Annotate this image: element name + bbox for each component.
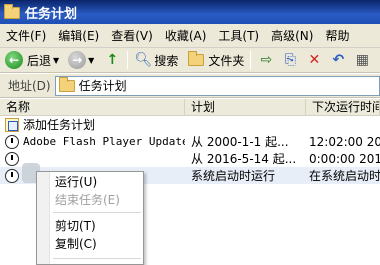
copy-to-button[interactable]: ⎘	[278, 49, 302, 71]
column-header-schedule[interactable]: 计划	[185, 99, 306, 116]
task-schedule: 系统启动时运行	[191, 169, 276, 183]
menu-view[interactable]: 查看(V)	[105, 27, 159, 44]
forward-button[interactable]: → ▼	[65, 49, 100, 71]
address-value: 任务计划	[78, 79, 127, 93]
menu-tools[interactable]: 工具(T)	[212, 27, 265, 44]
back-label: 后退	[27, 53, 52, 68]
context-menu-cut[interactable]: 剪切(T)	[55, 217, 96, 235]
move-to-icon: ⇨	[260, 52, 273, 68]
task-clock-icon	[5, 168, 19, 183]
window-title: 任务计划	[25, 6, 78, 22]
views-button[interactable]: ▦	[350, 49, 374, 71]
title-bar[interactable]: 任务计划	[0, 0, 380, 24]
copy-to-icon: ⎘	[284, 52, 296, 68]
forward-arrow-icon: →	[68, 51, 87, 69]
address-label: 地址(D)	[8, 79, 51, 93]
table-row[interactable]: 从 2016-5-14 起... 0:00:00 201	[0, 150, 380, 167]
menu-favorites[interactable]: 收藏(A)	[159, 27, 213, 44]
folders-button[interactable]: 文件夹	[185, 49, 247, 71]
context-menu-separator	[53, 212, 141, 213]
up-folder-button[interactable]: ↑	[100, 49, 124, 71]
menu-advanced[interactable]: 高级(N)	[265, 27, 319, 44]
task-name: 添加任务计划	[23, 118, 96, 132]
folders-label: 文件夹	[208, 53, 245, 68]
context-menu-gutter	[37, 172, 50, 264]
delete-icon: ✕	[308, 52, 321, 68]
address-folder-icon	[58, 76, 75, 92]
search-button[interactable]: 🔍︎ 搜索	[131, 49, 181, 71]
list-item-add-task[interactable]: 添加任务计划	[0, 116, 380, 133]
context-menu-run[interactable]: 运行(U)	[55, 173, 97, 191]
toolbar-separator	[127, 51, 129, 69]
column-header-next-run[interactable]: 下次运行时间	[306, 99, 380, 116]
task-schedule: 从 2016-5-14 起...	[191, 152, 297, 166]
task-schedule: 从 2000-1-1 起...	[191, 135, 289, 149]
add-task-icon	[5, 117, 19, 132]
context-menu-end-task: 结束任务(E)	[55, 193, 120, 207]
back-dropdown-icon[interactable]: ▼	[53, 56, 59, 65]
undo-button[interactable]: ↶	[326, 49, 350, 71]
forward-dropdown-icon[interactable]: ▼	[88, 56, 94, 65]
back-arrow-icon: ←	[5, 51, 23, 69]
move-to-button[interactable]: ⇨	[254, 49, 278, 71]
back-button[interactable]: ← 后退 ▼	[0, 49, 65, 71]
task-clock-icon	[5, 134, 19, 149]
folders-icon	[188, 51, 205, 66]
views-icon: ▦	[355, 52, 369, 68]
task-next-run: 在系统启动时	[309, 169, 380, 183]
task-next-run: 0:00:00 201	[309, 151, 380, 166]
context-menu-separator	[53, 258, 141, 259]
address-bar: 地址(D) 任务计划	[0, 74, 380, 98]
undo-icon: ↶	[332, 52, 345, 68]
search-label: 搜索	[154, 53, 179, 68]
address-field[interactable]: 任务计划	[54, 75, 380, 96]
task-name: Adobe Flash Player Updater	[23, 135, 185, 148]
toolbar: ← 后退 ▼ → ▼ ↑ 🔍︎ 搜索 文件夹 ⇨ ⎘ ✕ ↶ ▦	[0, 48, 380, 73]
task-clock-icon	[5, 151, 19, 166]
task-next-run: 12:02:00 20	[309, 134, 380, 149]
menu-bar: 文件(F) 编辑(E) 查看(V) 收藏(A) 工具(T) 高级(N) 帮助	[0, 24, 380, 48]
column-header-name[interactable]: 名称	[0, 99, 185, 116]
toolbar-separator	[250, 51, 252, 69]
search-icon: 🔍︎	[134, 52, 153, 68]
context-menu: 运行(U) 结束任务(E) 剪切(T) 复制(C)	[36, 171, 144, 265]
up-folder-icon: ↑	[106, 52, 119, 68]
delete-button[interactable]: ✕	[302, 49, 326, 71]
context-menu-copy[interactable]: 复制(C)	[55, 235, 97, 253]
list-header: 名称 计划 下次运行时间	[0, 99, 380, 116]
menu-file[interactable]: 文件(F)	[0, 27, 52, 44]
menu-edit[interactable]: 编辑(E)	[52, 27, 105, 44]
menu-help[interactable]: 帮助	[319, 27, 355, 44]
table-row[interactable]: Adobe Flash Player Updater 从 2000-1-1 起.…	[0, 133, 380, 150]
scheduled-tasks-folder-icon	[4, 4, 20, 19]
